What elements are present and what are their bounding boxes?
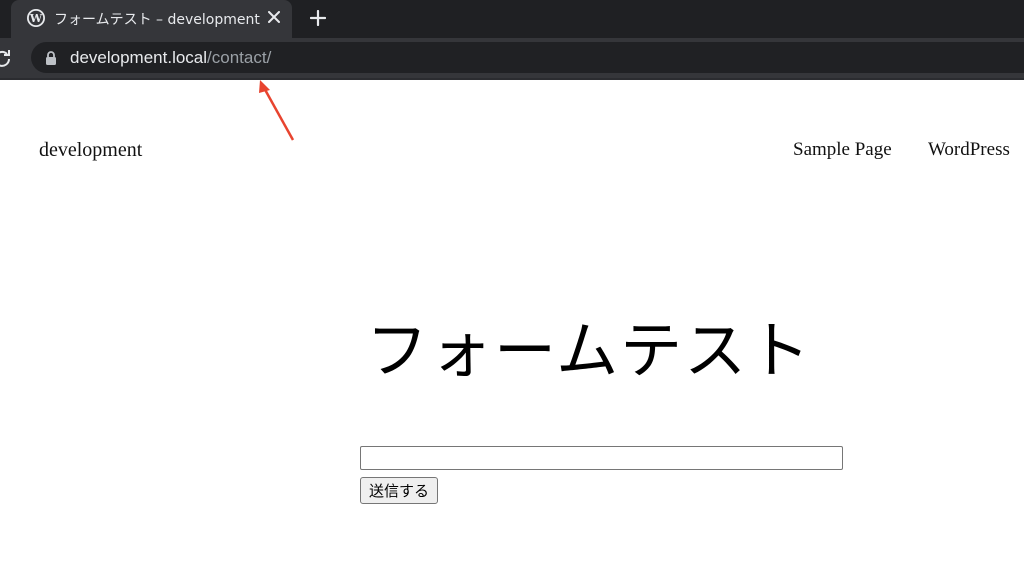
url-text[interactable]: development.local/contact/	[70, 48, 271, 68]
tab-strip-edge	[0, 0, 10, 38]
tab-strip: W フォームテスト – development	[0, 0, 1024, 38]
nav-item-wordpress[interactable]: WordPress	[928, 139, 1010, 161]
active-tab[interactable]: W フォームテスト – development	[11, 0, 292, 38]
url-path: /contact/	[207, 48, 272, 67]
browser-toolbar: development.local/contact/	[0, 38, 1024, 80]
url-host: development.local	[70, 48, 208, 67]
lock-icon[interactable]	[45, 51, 57, 65]
address-bar[interactable]: development.local/contact/	[31, 42, 1024, 73]
page-title: フォームテスト	[366, 314, 813, 387]
form-text-input[interactable]	[360, 446, 843, 470]
plus-icon[interactable]	[306, 6, 330, 30]
nav-item-sample-page[interactable]: Sample Page	[793, 139, 892, 161]
close-icon[interactable]	[264, 7, 284, 27]
arrow-icon	[250, 76, 300, 146]
svg-text:W: W	[29, 12, 43, 25]
submit-button[interactable]: 送信する	[360, 477, 439, 504]
tab-title: フォームテスト – development	[54, 12, 260, 28]
wordpress-icon: W	[26, 8, 46, 28]
reload-icon[interactable]	[0, 48, 12, 68]
primary-nav: Sample Page WordPress	[0, 139, 1024, 169]
